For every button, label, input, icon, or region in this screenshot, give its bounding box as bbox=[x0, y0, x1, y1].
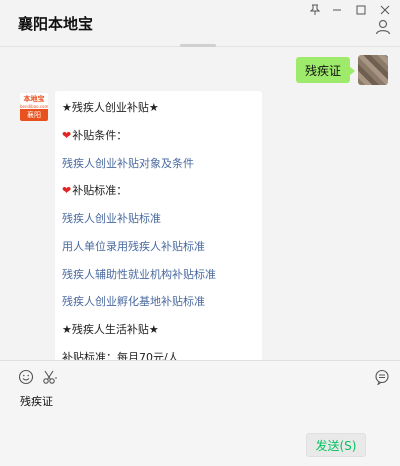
contact-info-icon[interactable] bbox=[374, 18, 392, 36]
section-title-startup-subsidy: ★残疾人创业补贴★ bbox=[62, 101, 159, 114]
link-startup-subsidy-standard[interactable]: 残疾人创业补贴标准 bbox=[62, 210, 161, 226]
send-button[interactable]: 发送(S) bbox=[306, 433, 366, 457]
section-title-living-subsidy: ★残疾人生活补贴★ bbox=[62, 323, 159, 336]
link-incubation-base-subsidy[interactable]: 残疾人创业孵化基地补贴标准 bbox=[62, 293, 205, 309]
pin-button[interactable] bbox=[304, 1, 326, 19]
minimize-icon bbox=[333, 9, 341, 11]
incoming-message-card: ★残疾人创业补贴★ ❤补贴条件： 残疾人创业补贴对象及条件 ❤补贴标准： 残疾人… bbox=[55, 91, 262, 360]
living-subsidy-amount: 补贴标准：每月70元/人 bbox=[62, 351, 179, 360]
heading-conditions: ❤补贴条件： bbox=[62, 127, 127, 143]
scissors-icon[interactable] bbox=[42, 369, 58, 385]
send-button-label: 发送(S) bbox=[315, 438, 357, 453]
title-bar: 襄阳本地宝 bbox=[0, 0, 400, 46]
logo-domain-text: bendibao.com bbox=[20, 104, 48, 109]
close-icon bbox=[380, 5, 390, 15]
official-account-avatar[interactable]: 本地宝 bendibao.com 襄阳 bbox=[20, 93, 48, 121]
pin-icon bbox=[310, 4, 320, 15]
chat-title: 襄阳本地宝 bbox=[18, 15, 94, 33]
maximize-button[interactable] bbox=[350, 1, 372, 19]
link-assisted-employment-subsidy[interactable]: 残疾人辅助性就业机构补贴标准 bbox=[62, 266, 216, 282]
link-employer-subsidy-standard[interactable]: 用人单位录用残疾人补贴标准 bbox=[62, 238, 205, 254]
heart-icon: ❤ bbox=[62, 184, 72, 197]
close-button[interactable] bbox=[374, 1, 396, 19]
chat-history-icon[interactable] bbox=[374, 369, 390, 385]
outgoing-message-text: 残疾证 bbox=[304, 63, 341, 78]
logo-brand-text: 本地宝 bbox=[23, 94, 45, 103]
heart-icon: ❤ bbox=[62, 129, 72, 142]
chat-history[interactable]: 残疾证 本地宝 bendibao.com 襄阳 ★残疾人创业补贴★ ❤补贴条件：… bbox=[0, 47, 400, 360]
heading-standards-label: 补贴标准： bbox=[72, 184, 128, 197]
user-avatar[interactable] bbox=[358, 55, 388, 85]
logo-city-text: 襄阳 bbox=[20, 109, 48, 121]
heading-standards: ❤补贴标准： bbox=[62, 182, 127, 198]
minimize-button[interactable] bbox=[326, 1, 348, 19]
emoji-icon[interactable] bbox=[18, 369, 34, 385]
maximize-icon bbox=[356, 5, 366, 15]
outgoing-message-bubble[interactable]: 残疾证 bbox=[295, 57, 356, 83]
heading-conditions-label: 补贴条件： bbox=[72, 129, 128, 142]
message-input[interactable]: 残疾证 bbox=[20, 393, 53, 409]
link-subsidy-eligibility[interactable]: 残疾人创业补贴对象及条件 bbox=[62, 155, 194, 171]
